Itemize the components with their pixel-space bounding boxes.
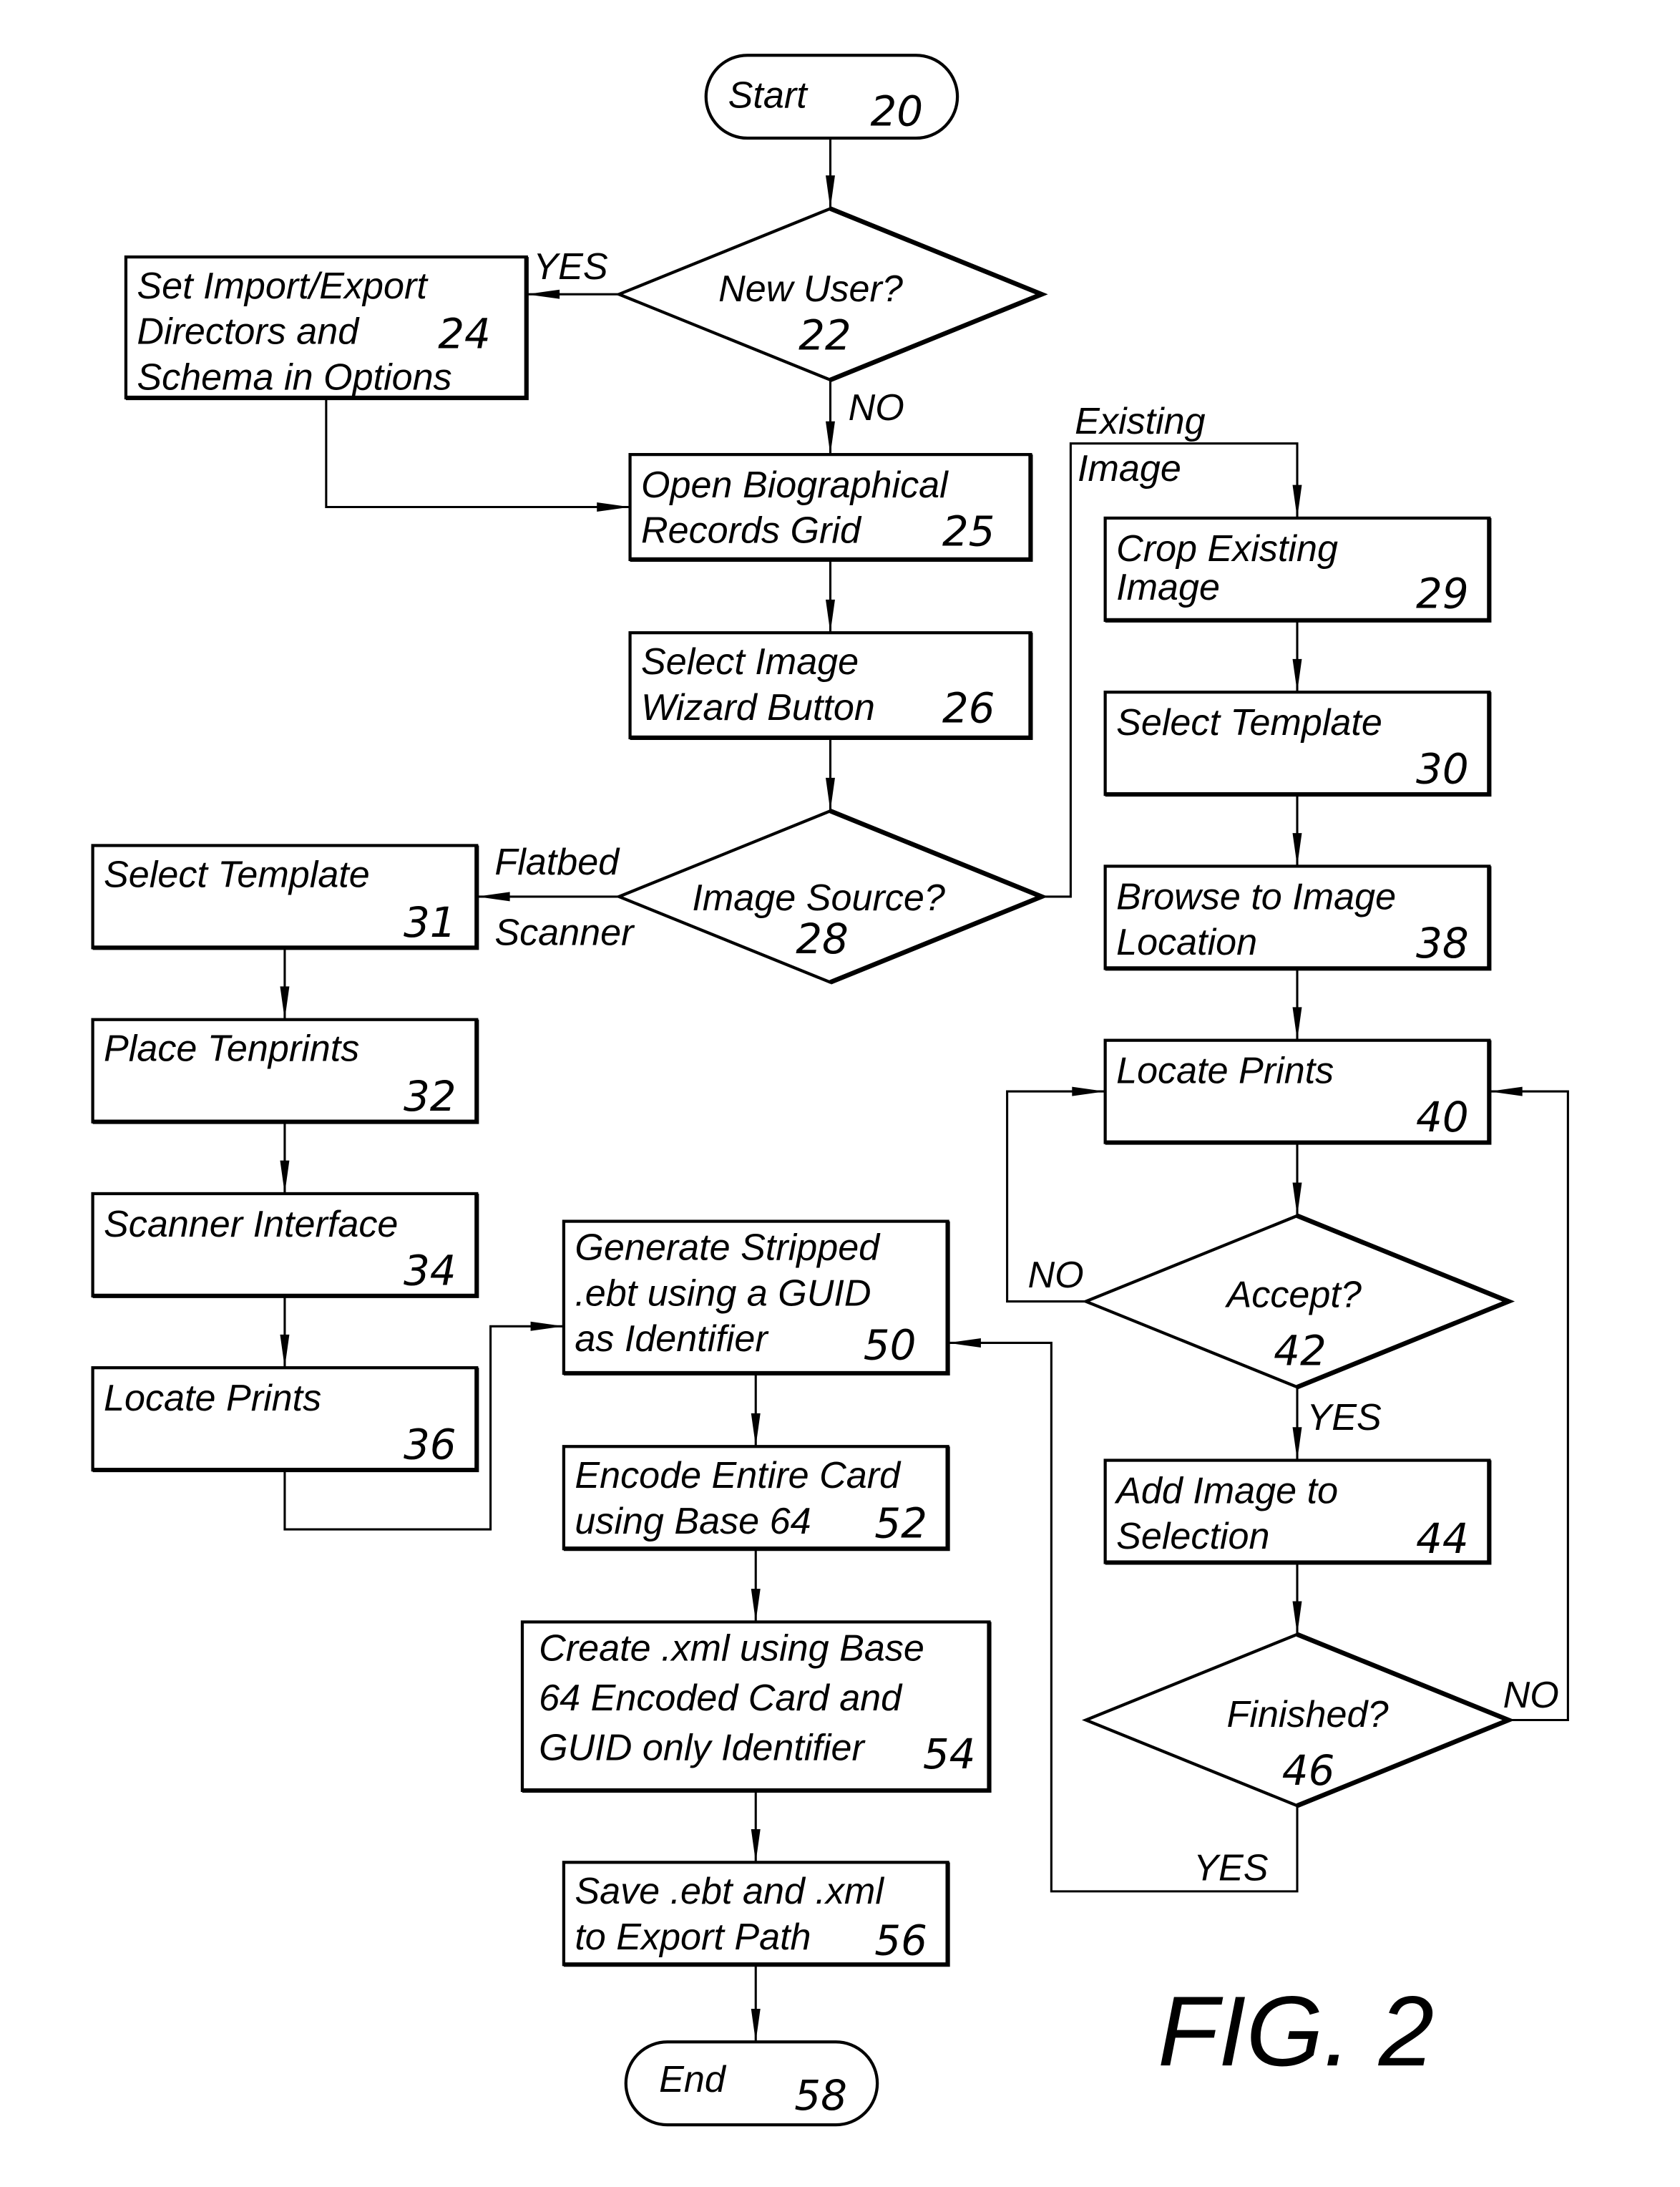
reference-number: 46 bbox=[1282, 1746, 1335, 1795]
edge-label-yes-22: YES bbox=[533, 246, 608, 288]
node-n25-process: Open BiographicalRecords Grid 25 bbox=[628, 453, 1033, 562]
reference-number: 44 bbox=[1416, 1514, 1469, 1563]
connector-n24-to-n25 bbox=[325, 397, 630, 512]
node-start-terminal: Start 20 bbox=[704, 54, 959, 140]
node-label-line: Create .xml using Base bbox=[539, 1627, 924, 1669]
node-label-line: Wizard Button bbox=[641, 687, 875, 729]
connector-n28-to-n29 bbox=[1041, 442, 1302, 898]
node-label-line: Selection bbox=[1116, 1516, 1269, 1557]
reference-number: 40 bbox=[1416, 1093, 1469, 1141]
node-label-line: using Base 64 bbox=[575, 1501, 811, 1542]
node-label-line: Open Biographical bbox=[641, 464, 949, 506]
reference-number: 32 bbox=[404, 1072, 456, 1121]
node-n29-process: Crop ExistingImage 29 bbox=[1103, 516, 1492, 623]
node-label-line: Crop Existing bbox=[1116, 528, 1338, 570]
node-label-line: 64 Encoded Card and bbox=[539, 1677, 903, 1719]
node-label-line: Locate Prints bbox=[104, 1378, 321, 1419]
reference-number: 38 bbox=[1416, 919, 1469, 968]
reference-number: 30 bbox=[1416, 745, 1469, 794]
node-label-line: New User? bbox=[718, 268, 903, 310]
node-label-line: Browse to Image bbox=[1116, 876, 1396, 917]
node-n31-process: Select Template 31 bbox=[91, 844, 479, 950]
node-n30-process: Select Template 30 bbox=[1103, 691, 1492, 797]
node-label-line: Image bbox=[1116, 567, 1220, 608]
node-label-line: Select Template bbox=[104, 854, 370, 895]
node-label-line: Add Image to bbox=[1114, 1470, 1338, 1511]
reference-number: 42 bbox=[1274, 1326, 1327, 1375]
edge-label-no-46: NO bbox=[1503, 1675, 1559, 1716]
reference-number: 29 bbox=[1416, 569, 1469, 618]
node-n50-process: Generate Stripped.ebt using a GUID as Id… bbox=[562, 1219, 950, 1376]
node-label-line: to Export Path bbox=[575, 1916, 811, 1958]
node-n32-process: Place Tenprints 32 bbox=[91, 1018, 479, 1124]
reference-number: 58 bbox=[794, 2071, 847, 2120]
flowchart-figure: Start 20 New User?22 Set Import/ExportDirec… bbox=[91, 54, 1569, 2127]
edge-label-flatbed: Flatbed bbox=[494, 842, 620, 883]
edge-label-no-42: NO bbox=[1028, 1255, 1084, 1296]
node-label-line: End bbox=[659, 2059, 727, 2100]
node-label-line: Save .ebt and .xml bbox=[575, 1871, 884, 1912]
node-label-line: Scanner Interface bbox=[104, 1204, 398, 1245]
reference-number: 34 bbox=[404, 1246, 456, 1295]
node-label-line: Generate Stripped bbox=[575, 1227, 881, 1269]
reference-number: 54 bbox=[923, 1730, 976, 1778]
node-label-line: Encode Entire Card bbox=[575, 1455, 902, 1496]
node-label-line: Finished? bbox=[1227, 1694, 1389, 1735]
reference-number: 20 bbox=[870, 87, 923, 136]
edge-label-scanner: Scanner bbox=[494, 912, 635, 953]
node-label-line: .ebt using a GUID bbox=[575, 1272, 871, 1314]
node-end-terminal: End 58 bbox=[624, 2040, 879, 2127]
reference-number: 25 bbox=[942, 507, 995, 556]
reference-number: 31 bbox=[404, 898, 456, 947]
node-label-line: Image Source? bbox=[692, 877, 944, 919]
node-n38-process: Browse to Image Location 38 bbox=[1103, 864, 1492, 971]
edge-label-existing-image-1: Existing bbox=[1075, 401, 1205, 442]
edge-label-existing-image-2: Image bbox=[1078, 448, 1181, 489]
node-label-line: Directors and bbox=[137, 311, 360, 353]
node-n22-decision: New User?22 bbox=[615, 206, 1048, 382]
node-label-line: Place Tenprints bbox=[104, 1028, 359, 1070]
node-label-line: as Identifier bbox=[575, 1318, 769, 1360]
edge-label-yes-46: YES bbox=[1193, 1847, 1269, 1889]
node-n34-process: Scanner Interface34 bbox=[91, 1192, 479, 1298]
node-n46-decision: Finished? 46 bbox=[1081, 1632, 1515, 1808]
node-n24-process: Set Import/ExportDirectors andSchema in … bbox=[124, 255, 529, 401]
edge-label-no-22: NO bbox=[849, 387, 904, 429]
connector-n46-to-n50 bbox=[947, 1338, 1299, 1893]
node-n44-process: Add Image to Selection 44 bbox=[1103, 1458, 1492, 1565]
connector-n46-to-n40 bbox=[1489, 1086, 1569, 1722]
node-label-line: Schema in Options bbox=[137, 356, 451, 398]
node-n56-process: Save .ebt and .xmlto Export Path 56 bbox=[562, 1861, 950, 1967]
node-label-line: Start bbox=[728, 75, 809, 117]
node-n36-process: Locate Prints 36 bbox=[91, 1366, 479, 1473]
reference-number: 26 bbox=[942, 684, 995, 733]
node-label-line: Accept? bbox=[1225, 1274, 1362, 1315]
node-n28-decision: Image Source?28 bbox=[615, 809, 1048, 985]
node-label-line: Select Template bbox=[1116, 702, 1382, 744]
reference-number: 50 bbox=[864, 1321, 917, 1370]
node-n42-decision: Accept? 42 bbox=[1081, 1213, 1515, 1390]
node-n54-process: Create .xml using Base 64 Encoded Card an… bbox=[520, 1620, 992, 1793]
node-label-line: Set Import/Export bbox=[137, 266, 429, 307]
figure-label: FIG. 2 bbox=[1158, 1976, 1434, 2087]
node-label-line: Select Image bbox=[641, 641, 859, 683]
node-n26-process: Select ImageWizard Button 26 bbox=[628, 631, 1033, 740]
reference-number: 28 bbox=[796, 915, 849, 963]
node-n52-process: Encode Entire Card using Base 64 52 bbox=[562, 1445, 950, 1552]
reference-number: 36 bbox=[404, 1421, 456, 1469]
reference-number: 24 bbox=[438, 309, 491, 358]
edge-label-yes-42: YES bbox=[1307, 1397, 1382, 1438]
node-label-line: Location bbox=[1116, 922, 1257, 963]
node-label-line: Locate Prints bbox=[1116, 1051, 1334, 1092]
reference-number: 56 bbox=[874, 1916, 927, 1965]
node-n40-process: Locate Prints 40 bbox=[1103, 1038, 1492, 1145]
node-label-line: GUID only Identifier bbox=[539, 1727, 866, 1768]
reference-number: 22 bbox=[799, 311, 851, 359]
reference-number: 52 bbox=[874, 1499, 927, 1548]
node-label-line: Records Grid bbox=[641, 510, 862, 552]
